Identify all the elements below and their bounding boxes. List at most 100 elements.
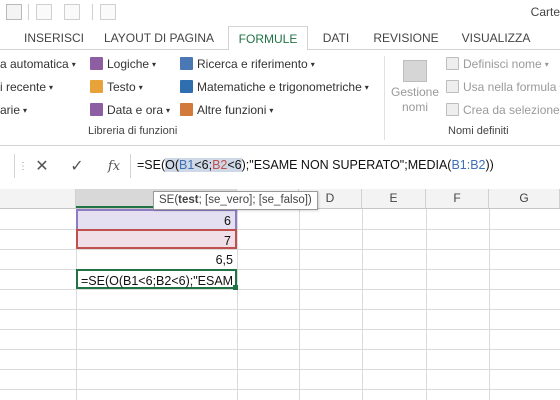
tooltip-current-arg: test: [178, 194, 199, 206]
formula-part: );"ESAME NON SUPERATO";MEDIA(: [241, 158, 452, 172]
tab-formule[interactable]: FORMULE: [228, 26, 308, 51]
formula-ref-b1-b2: B1:B2: [451, 158, 486, 172]
name-manager-button[interactable]: Gestione nomi: [390, 56, 440, 124]
zoom-icon[interactable]: [36, 4, 52, 20]
tooltip-function-name: SE(: [159, 194, 179, 206]
autosum-button[interactable]: a automatica ▾: [0, 55, 76, 73]
datetime-button[interactable]: Data e ora ▾: [90, 101, 170, 119]
chevron-down-icon: ▾: [310, 60, 315, 69]
grid-line: [426, 209, 427, 400]
cell-b3[interactable]: 6,5: [76, 250, 237, 270]
column-header-a[interactable]: [0, 189, 76, 208]
cell-b2[interactable]: 7: [76, 229, 237, 249]
insert-function-icon[interactable]: fx: [104, 157, 124, 177]
create-from-selection-button[interactable]: Crea da selezione: [446, 101, 560, 119]
cancel-icon[interactable]: ✕: [32, 157, 52, 177]
calendar-icon: [90, 103, 103, 116]
name-manager-label-1: Gestione: [390, 85, 440, 99]
grid-line: [0, 349, 560, 350]
formula-icon: [446, 80, 459, 93]
enter-icon[interactable]: ✓: [67, 157, 87, 177]
tab-inserisci[interactable]: INSERISCI: [18, 26, 90, 50]
define-name-label: Definisci nome: [463, 57, 542, 71]
logical-label: Logiche: [107, 57, 150, 71]
toolbar-dropdown-icon[interactable]: [100, 4, 116, 20]
more-functions-label: Altre funzioni: [197, 103, 267, 117]
chevron-down-icon: ▾: [269, 106, 274, 115]
window-title: Carte: [530, 5, 560, 19]
tab-revisione[interactable]: REVISIONE: [370, 26, 442, 50]
use-in-formula-button[interactable]: Usa nella formula▾: [446, 78, 560, 96]
formula-part: O(: [165, 158, 180, 172]
cell-b4-editing[interactable]: =SE(O(B1<6;B2<6);"ESAM: [76, 269, 237, 289]
grid-line: [489, 209, 490, 400]
ribbon: a automatica ▾ i recente ▾ arie ▾ Logiche ▾ …: [0, 50, 560, 146]
use-in-formula-label: Usa nella formula: [463, 80, 557, 94]
text-label: Testo: [107, 80, 136, 94]
grid-line: [0, 369, 560, 370]
grid-line: [299, 209, 300, 400]
formula-part: =SE(: [137, 158, 166, 172]
function-tooltip[interactable]: SE(test; [se_vero]; [se_falso]): [153, 191, 318, 210]
lookup-label: Ricerca e riferimento: [197, 57, 308, 71]
formula-part: )): [485, 158, 494, 172]
tab-layout-di-pagina[interactable]: LAYOUT DI PAGINA: [98, 26, 220, 50]
math-icon: [180, 80, 193, 93]
formula-bar: ⋮ ✕ ✓ fx =SE(O(B1<6;B2<6);"ESAME NON SUP…: [0, 149, 560, 184]
formula-part: <6: [227, 158, 242, 172]
formula-input[interactable]: =SE(O(B1<6;B2<6);"ESAME NON SUPERATO";ME…: [130, 154, 560, 178]
drag-handle-icon[interactable]: ⋮: [18, 161, 28, 173]
group-label-function-library: Libreria di funzioni: [88, 125, 178, 137]
lookup-icon: [180, 57, 193, 70]
formula-text: =SE(O(B1<6;B2<6);"ESAME NON SUPERATO";ME…: [137, 158, 494, 172]
lookup-button[interactable]: Ricerca e riferimento ▾: [180, 55, 315, 73]
new-document-icon[interactable]: [64, 4, 80, 20]
grid-line: [0, 389, 560, 390]
name-manager-label-2: nomi: [401, 100, 428, 114]
formula-ref-b2: B2: [212, 158, 228, 172]
grid-line: [0, 309, 560, 310]
financial-label: arie: [0, 103, 21, 117]
text-button[interactable]: Testo ▾: [90, 78, 143, 96]
math-button[interactable]: Matematiche e trigonometriche ▾: [180, 78, 369, 96]
column-header-g[interactable]: G: [489, 189, 560, 208]
name-box[interactable]: [0, 154, 15, 178]
name-manager-icon: [403, 60, 427, 82]
toolbar-divider: [28, 4, 29, 20]
grid-line: [362, 209, 363, 400]
chevron-down-icon: ▾: [166, 106, 171, 115]
quick-access-toolbar: Carte: [0, 0, 560, 26]
column-header-f[interactable]: F: [426, 189, 489, 208]
more-functions-icon: [180, 103, 193, 116]
group-label-defined-names: Nomi definiti: [448, 125, 509, 137]
logical-icon: [90, 57, 103, 70]
datetime-label: Data e ora: [107, 103, 164, 117]
chevron-down-icon: ▾: [23, 106, 28, 115]
grid-icon: [446, 103, 459, 116]
chevron-down-icon: ▾: [544, 60, 549, 69]
chevron-down-icon: ▾: [71, 60, 76, 69]
financial-button[interactable]: arie ▾: [0, 101, 27, 119]
logical-button[interactable]: Logiche ▾: [90, 55, 156, 73]
formula-part: <6;: [194, 158, 213, 172]
math-label: Matematiche e trigonometriche: [197, 80, 362, 94]
formula-ref-b1: B1: [179, 158, 195, 172]
cell-b1[interactable]: 6: [76, 209, 237, 229]
autosum-label: a automatica: [0, 57, 69, 71]
column-header-e[interactable]: E: [362, 189, 426, 208]
toolbar-divider: [92, 4, 93, 20]
more-functions-button[interactable]: Altre funzioni ▾: [180, 101, 273, 119]
tab-dati[interactable]: DATI: [316, 26, 356, 50]
recent-button[interactable]: i recente ▾: [0, 78, 53, 96]
print-preview-icon[interactable]: [6, 4, 22, 20]
fill-handle[interactable]: [233, 285, 238, 290]
text-icon: [90, 80, 103, 93]
grid-line: [0, 329, 560, 330]
grid-line: [237, 209, 238, 400]
chevron-down-icon: ▾: [364, 83, 369, 92]
recent-label: i recente: [0, 80, 47, 94]
chevron-down-icon: ▾: [138, 83, 143, 92]
tab-visualizza[interactable]: VISUALIZZA: [454, 26, 538, 50]
formula-highlight: O(B1<6;B2<6: [165, 158, 242, 172]
define-name-button[interactable]: Definisci nome ▾: [446, 55, 549, 73]
